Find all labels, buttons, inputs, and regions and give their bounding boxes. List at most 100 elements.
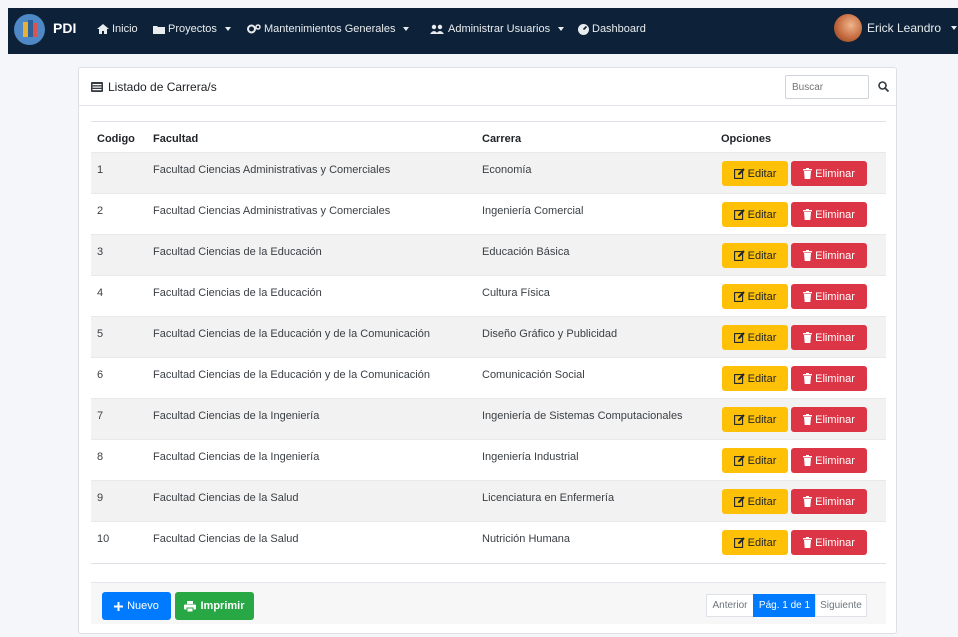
print-button-label: Imprimir: [200, 600, 245, 612]
cell-facultad: Facultad Ciencias de la Educación: [153, 246, 322, 258]
edit-button[interactable]: Editar: [722, 284, 788, 309]
delete-button[interactable]: Eliminar: [791, 407, 867, 432]
brand-title[interactable]: PDI: [53, 20, 76, 36]
cell-codigo: 9: [97, 492, 104, 504]
cell-codigo: 3: [97, 246, 104, 258]
edit-icon: [733, 332, 745, 343]
table-row: 10 Facultad Ciencias de la Salud Nutrición…: [91, 521, 886, 562]
chevron-down-icon: [403, 27, 410, 31]
cell-carrera: Licenciatura en Enfermería: [482, 492, 615, 504]
delete-button[interactable]: Eliminar: [791, 448, 867, 473]
nav-dashboard[interactable]: Dashboard: [578, 23, 646, 35]
edit-button[interactable]: Editar: [722, 202, 788, 227]
pagination-prev[interactable]: Anterior: [706, 594, 754, 617]
table-row: 4 Facultad Ciencias de la Educación Cultur…: [91, 275, 886, 316]
cell-codigo: 10: [97, 533, 110, 545]
cell-carrera: Ingeniería Comercial: [482, 205, 584, 217]
table-row: 3 Facultad Ciencias de la Educación Educac…: [91, 234, 886, 275]
folder-icon: [153, 25, 165, 34]
cell-facultad: Facultad Ciencias de la Ingeniería: [153, 410, 320, 422]
users-icon: [430, 24, 444, 34]
cell-facultad: Facultad Ciencias de la Educación y de l…: [153, 369, 430, 381]
cell-facultad: Facultad Ciencias Administrativas y Come…: [153, 164, 391, 176]
nav-inicio[interactable]: Inicio: [97, 23, 138, 35]
trash-icon: [803, 332, 813, 343]
cell-carrera: Ingeniería Industrial: [482, 451, 579, 463]
nav-proyectos[interactable]: Proyectos: [153, 23, 231, 35]
delete-button-label: Eliminar: [815, 290, 855, 303]
delete-button[interactable]: Eliminar: [791, 161, 867, 186]
print-icon: [184, 600, 197, 612]
cell-carrera: Educación Básica: [482, 246, 570, 258]
edit-button[interactable]: Editar: [722, 407, 788, 432]
chevron-down-icon: [558, 27, 565, 31]
edit-button-label: Editar: [747, 454, 777, 467]
chevron-down-icon: [224, 27, 231, 31]
cell-facultad: Facultad Ciencias Administrativas y Come…: [153, 205, 391, 217]
card-title: Listado de Carrera/s: [91, 80, 217, 94]
cell-carrera: Comunicación Social: [482, 369, 585, 381]
trash-icon: [803, 168, 813, 179]
delete-button[interactable]: Eliminar: [791, 202, 867, 227]
delete-button[interactable]: Eliminar: [791, 243, 867, 268]
edit-icon: [733, 373, 745, 384]
edit-icon: [733, 496, 745, 507]
search-button[interactable]: [873, 74, 893, 98]
user-name: Erick Leandro: [867, 21, 942, 35]
delete-button-label: Eliminar: [815, 167, 855, 180]
delete-button[interactable]: Eliminar: [791, 530, 867, 555]
cell-facultad: Facultad Ciencias de la Ingeniería: [153, 451, 320, 463]
cell-codigo: 1: [97, 164, 104, 176]
cell-carrera: Economía: [482, 164, 532, 176]
new-button-label: Nuevo: [127, 600, 159, 612]
cell-carrera: Ingeniería de Sistemas Computacionales: [482, 410, 683, 422]
edit-button[interactable]: Editar: [722, 366, 788, 391]
print-button[interactable]: Imprimir: [175, 592, 254, 620]
edit-button-label: Editar: [747, 167, 777, 180]
user-menu[interactable]: Erick Leandro: [834, 14, 958, 42]
edit-button[interactable]: Editar: [722, 243, 788, 268]
table-bottom-border: [91, 563, 886, 564]
delete-button-label: Eliminar: [815, 536, 855, 549]
card-footer: Nuevo Imprimir Anterior Pág. 1 de 1 Sigu…: [91, 582, 886, 624]
header-opciones: Opciones: [721, 133, 772, 145]
edit-button[interactable]: Editar: [722, 489, 788, 514]
edit-button[interactable]: Editar: [722, 161, 788, 186]
trash-icon: [803, 373, 813, 384]
trash-icon: [803, 291, 813, 302]
delete-button-label: Eliminar: [815, 372, 855, 385]
nav-administrar-usuarios[interactable]: Administrar Usuarios: [430, 23, 565, 35]
trash-icon: [803, 496, 813, 507]
cell-codigo: 7: [97, 410, 104, 422]
chevron-down-icon: [951, 26, 958, 30]
edit-icon: [733, 168, 745, 179]
search-input[interactable]: [785, 75, 869, 99]
table-row: 2 Facultad Ciencias Administrativas y Com…: [91, 193, 886, 234]
pagination-next[interactable]: Siguiente: [815, 594, 867, 617]
table-row: 1 Facultad Ciencias Administrativas y Com…: [91, 152, 886, 193]
pagination-current[interactable]: Pág. 1 de 1: [753, 594, 816, 617]
delete-button[interactable]: Eliminar: [791, 489, 867, 514]
table-row: 7 Facultad Ciencias de la Ingeniería Ingen…: [91, 398, 886, 439]
table-row: 9 Facultad Ciencias de la Salud Licenciatu…: [91, 480, 886, 521]
edit-button[interactable]: Editar: [722, 448, 788, 473]
cell-facultad: Facultad Ciencias de la Salud: [153, 533, 299, 545]
edit-button[interactable]: Editar: [722, 325, 788, 350]
cell-facultad: Facultad Ciencias de la Salud: [153, 492, 299, 504]
edit-icon: [733, 250, 745, 261]
delete-button[interactable]: Eliminar: [791, 284, 867, 309]
table-header: Codigo Facultad Carrera Opciones: [91, 121, 886, 152]
trash-icon: [803, 250, 813, 261]
avatar[interactable]: [834, 14, 862, 42]
edit-button[interactable]: Editar: [722, 530, 788, 555]
edit-button-label: Editar: [747, 208, 777, 221]
logo-icon[interactable]: [14, 14, 45, 45]
cell-codigo: 6: [97, 369, 104, 381]
cell-codigo: 2: [97, 205, 104, 217]
delete-button[interactable]: Eliminar: [791, 325, 867, 350]
delete-button[interactable]: Eliminar: [791, 366, 867, 391]
nav-mantenimientos[interactable]: Mantenimientos Generales: [247, 23, 410, 35]
nav-dashboard-label: Dashboard: [592, 23, 646, 35]
table-row: 6 Facultad Ciencias de la Educación y de …: [91, 357, 886, 398]
new-button[interactable]: Nuevo: [102, 592, 171, 620]
